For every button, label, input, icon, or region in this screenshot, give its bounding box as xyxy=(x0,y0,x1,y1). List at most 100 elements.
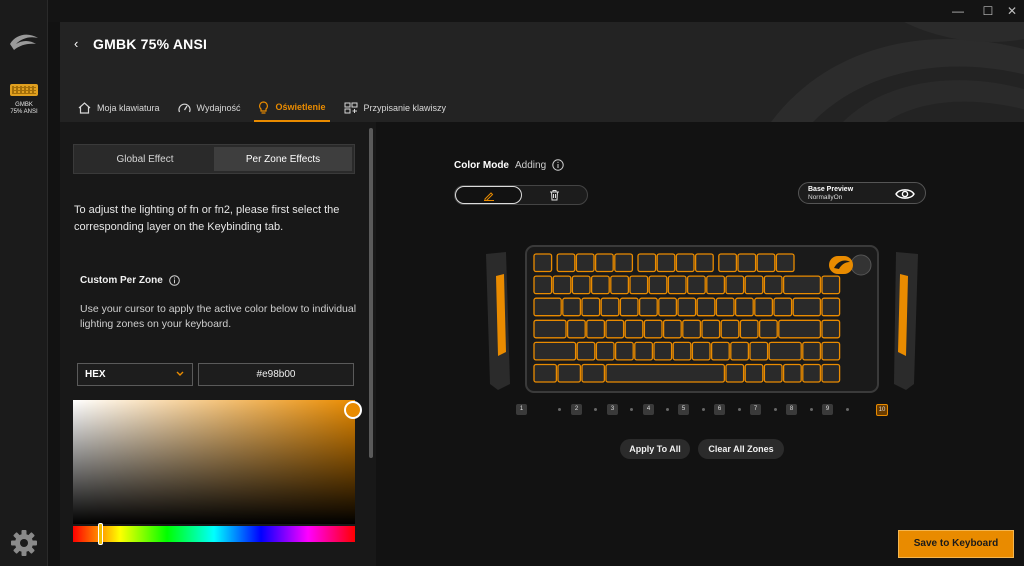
keycap[interactable] xyxy=(802,341,822,361)
keycap[interactable] xyxy=(744,363,764,383)
keycap[interactable] xyxy=(624,319,644,339)
erase-tool-button[interactable] xyxy=(522,186,587,204)
keycap[interactable] xyxy=(590,275,610,295)
segment-per-zone-effects[interactable]: Per Zone Effects xyxy=(214,147,352,171)
info-icon[interactable] xyxy=(552,159,564,171)
keycap[interactable] xyxy=(556,253,576,273)
keycap[interactable] xyxy=(656,253,676,273)
zone-7-button[interactable]: 7 xyxy=(750,404,761,415)
zone-4-button[interactable]: 4 xyxy=(643,404,654,415)
color-picker-handle[interactable] xyxy=(344,401,362,419)
base-preview-toggle[interactable]: Base Preview NormallyOn xyxy=(798,182,926,204)
minimize-button[interactable]: — xyxy=(948,2,968,20)
hue-slider[interactable] xyxy=(73,526,355,542)
keycap[interactable] xyxy=(763,275,783,295)
keycap[interactable] xyxy=(552,275,572,295)
keyboard-render[interactable] xyxy=(484,244,924,424)
hex-color-input[interactable]: #e98b00 xyxy=(198,363,354,386)
keycap[interactable] xyxy=(715,297,735,317)
keycap[interactable] xyxy=(677,297,697,317)
maximize-button[interactable]: ☐ xyxy=(978,2,998,20)
zone-9-button[interactable]: 9 xyxy=(822,404,833,415)
zone-3-button[interactable]: 3 xyxy=(607,404,618,415)
keycap[interactable] xyxy=(768,341,802,361)
keycap[interactable] xyxy=(718,253,738,273)
keycap[interactable] xyxy=(749,341,769,361)
keycap[interactable] xyxy=(730,341,750,361)
keycap[interactable] xyxy=(821,319,841,339)
keycap[interactable] xyxy=(610,275,630,295)
keycap[interactable] xyxy=(696,297,716,317)
clear-all-zones-button[interactable]: Clear All Zones xyxy=(698,439,784,459)
left-light-bar[interactable] xyxy=(486,252,510,390)
keycap[interactable] xyxy=(595,341,615,361)
keycap[interactable] xyxy=(562,297,582,317)
keycap[interactable] xyxy=(725,363,745,383)
keycap[interactable] xyxy=(686,275,706,295)
apply-to-all-button[interactable]: Apply To All xyxy=(620,439,690,459)
keycap[interactable] xyxy=(533,363,558,383)
keycap[interactable] xyxy=(701,319,721,339)
keycap[interactable] xyxy=(792,297,822,317)
keycap[interactable] xyxy=(594,253,614,273)
keycap[interactable] xyxy=(533,341,577,361)
keycap[interactable] xyxy=(782,363,802,383)
keycap[interactable] xyxy=(763,363,783,383)
keycap[interactable] xyxy=(802,363,822,383)
tab-performance[interactable]: Wydajność xyxy=(174,94,245,122)
keycap[interactable] xyxy=(629,275,649,295)
keycap[interactable] xyxy=(739,319,759,339)
tab-keybinding[interactable]: Przypisanie klawiszy xyxy=(340,94,451,122)
keycap[interactable] xyxy=(682,319,702,339)
keycap[interactable] xyxy=(778,319,822,339)
keycap[interactable] xyxy=(706,275,726,295)
keycap[interactable] xyxy=(634,341,654,361)
keycap[interactable] xyxy=(533,253,553,273)
gear-icon[interactable] xyxy=(9,528,39,558)
keycap[interactable] xyxy=(638,297,658,317)
keycap[interactable] xyxy=(720,319,740,339)
keycap[interactable] xyxy=(672,341,692,361)
keycap[interactable] xyxy=(737,253,757,273)
tab-lighting[interactable]: Oświetlenie xyxy=(254,94,330,122)
keycap[interactable] xyxy=(658,297,678,317)
keycap[interactable] xyxy=(667,275,687,295)
keycap[interactable] xyxy=(754,297,774,317)
keycap[interactable] xyxy=(605,319,625,339)
pencil-tool-button[interactable] xyxy=(455,186,522,204)
rail-device-gmbk[interactable]: GMBK 75% ANSI xyxy=(0,84,48,116)
keycap[interactable] xyxy=(643,319,663,339)
tab-my-keyboard[interactable]: Moja klawiatura xyxy=(74,94,164,122)
keycap[interactable] xyxy=(581,363,606,383)
keycap[interactable] xyxy=(533,275,553,295)
keycap[interactable] xyxy=(758,319,778,339)
keycap[interactable] xyxy=(637,253,657,273)
keycap[interactable] xyxy=(575,253,595,273)
keycap[interactable] xyxy=(691,341,711,361)
back-button[interactable]: ‹ xyxy=(74,36,78,51)
saturation-value-picker[interactable] xyxy=(73,400,355,524)
segment-global-effect[interactable]: Global Effect xyxy=(76,147,214,171)
info-icon[interactable] xyxy=(168,275,180,286)
volume-knob[interactable] xyxy=(850,254,872,276)
zone-5-button[interactable]: 5 xyxy=(678,404,689,415)
keycap[interactable] xyxy=(821,297,841,317)
keycap[interactable] xyxy=(694,253,714,273)
keycap[interactable] xyxy=(533,319,567,339)
keycap[interactable] xyxy=(576,341,596,361)
keycap[interactable] xyxy=(782,275,822,295)
keycap[interactable] xyxy=(710,341,730,361)
keycap[interactable] xyxy=(675,253,695,273)
keycap[interactable] xyxy=(533,297,562,317)
zone-8-button[interactable]: 8 xyxy=(786,404,797,415)
keycap[interactable] xyxy=(775,253,795,273)
brand-logo-icon[interactable] xyxy=(8,30,40,52)
right-light-bar[interactable] xyxy=(894,252,918,390)
color-format-select[interactable]: HEX xyxy=(77,363,193,386)
keycap[interactable] xyxy=(600,297,620,317)
keycap[interactable] xyxy=(821,341,841,361)
keycap[interactable] xyxy=(756,253,776,273)
keycap[interactable] xyxy=(734,297,754,317)
keycap[interactable] xyxy=(773,297,793,317)
keycap[interactable] xyxy=(557,363,582,383)
